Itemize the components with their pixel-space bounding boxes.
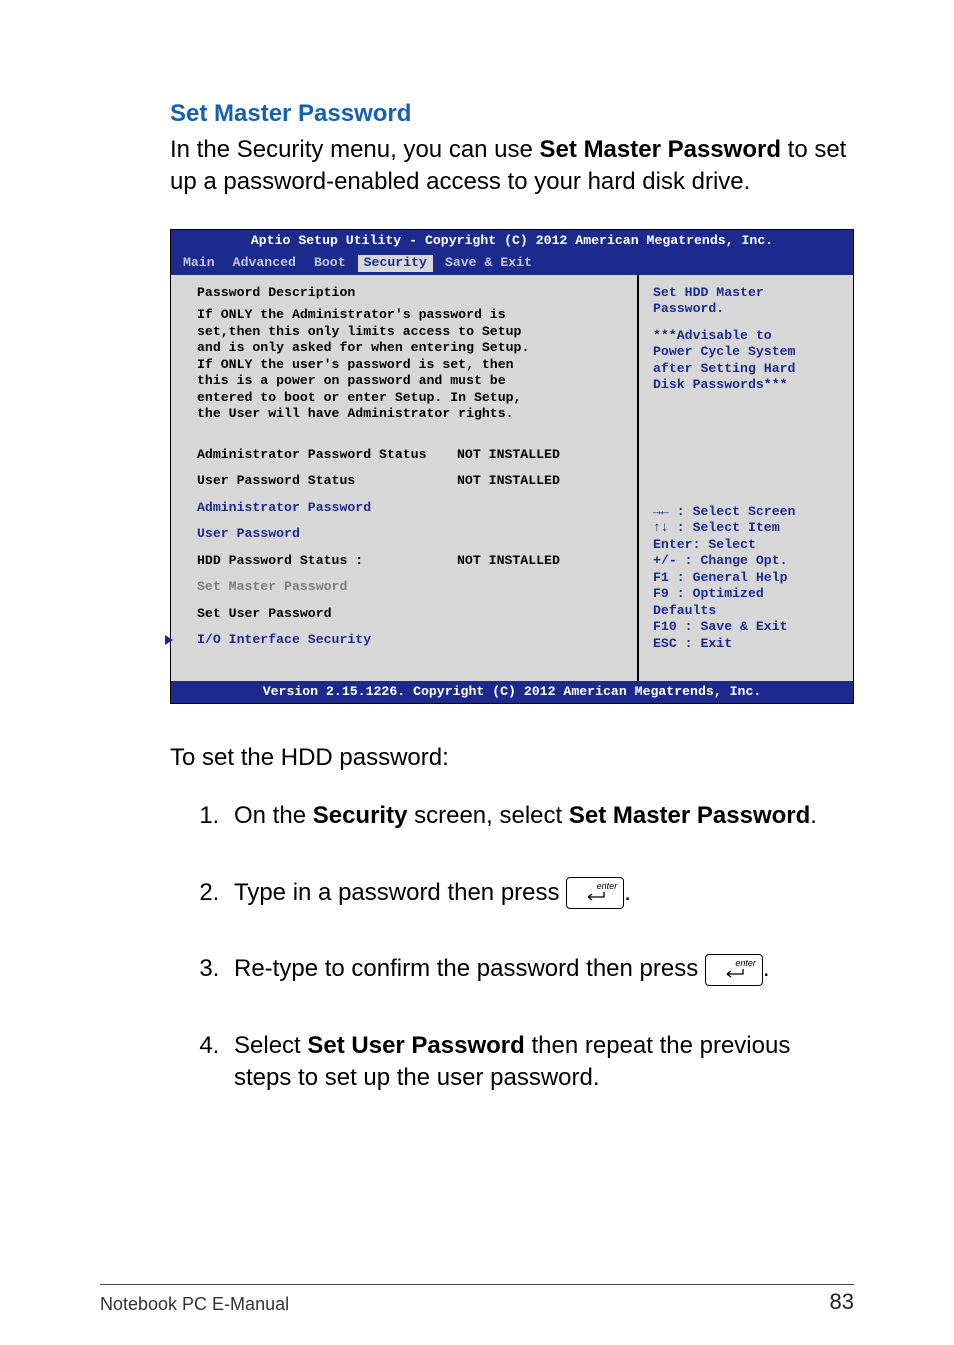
enter-key-label: enter: [735, 957, 756, 969]
step2-pre: Type in a password then press: [234, 879, 566, 906]
after-bios-text: To set the HDD password:: [170, 744, 854, 772]
bios-right-pane: Set HDD Master Password. ***Advisable to…: [637, 275, 853, 681]
step-1: On the Security screen, select Set Maste…: [226, 800, 854, 832]
pw-desc-line: entered to boot or enter Setup. In Setup…: [197, 390, 619, 407]
io-interface-security-item[interactable]: I/O Interface Security: [197, 632, 619, 649]
submenu-arrow-icon: [163, 634, 175, 646]
pw-desc-line: the User will have Administrator rights.: [197, 406, 619, 423]
footer-rule: [100, 1284, 854, 1285]
step3-post: .: [763, 955, 770, 982]
enter-key-icon: enter: [566, 877, 624, 909]
user-pw-status-label: User Password Status: [197, 473, 457, 490]
pw-desc-line: and is only asked for when entering Setu…: [197, 340, 619, 357]
pw-desc-line: If ONLY the Administrator's password is: [197, 307, 619, 324]
step1-pre: On the: [234, 802, 313, 829]
step4-bold1: Set User Password: [307, 1032, 524, 1059]
pw-desc-line: this is a power on password and must be: [197, 373, 619, 390]
step2-post: .: [624, 879, 631, 906]
step1-bold2: Set Master Password: [569, 802, 810, 829]
set-user-password-item[interactable]: Set User Password: [197, 606, 619, 623]
enter-key-icon: enter: [705, 954, 763, 986]
nav-help-line: +/- : Change Opt.: [653, 553, 843, 570]
nav-help-line: Defaults: [653, 603, 843, 620]
steps-list: On the Security screen, select Set Maste…: [170, 800, 854, 1094]
tab-advanced[interactable]: Advanced: [233, 255, 296, 272]
section-heading: Set Master Password: [170, 100, 854, 128]
user-pw-status-row: User Password Status NOT INSTALLED: [197, 473, 619, 490]
tab-boot[interactable]: Boot: [314, 255, 346, 272]
help-line: after Setting Hard: [653, 361, 843, 378]
admin-pw-status-row: Administrator Password Status NOT INSTAL…: [197, 447, 619, 464]
step3-pre: Re-type to confirm the password then pre…: [234, 955, 705, 982]
intro-bold: Set Master Password: [540, 136, 781, 163]
intro-pre: In the Security menu, you can use: [170, 136, 540, 163]
admin-pw-status-value: NOT INSTALLED: [457, 447, 560, 464]
step1-mid: screen, select: [407, 802, 568, 829]
pw-desc-line: set,then this only limits access to Setu…: [197, 324, 619, 341]
nav-help-line: F10 : Save & Exit: [653, 619, 843, 636]
nav-help-line: F1 : General Help: [653, 570, 843, 587]
hdd-pw-status-label: HDD Password Status :: [197, 553, 457, 570]
step4-pre: Select: [234, 1032, 307, 1059]
help-line: ***Advisable to: [653, 328, 843, 345]
step1-post: .: [810, 802, 817, 829]
step1-bold1: Security: [313, 802, 408, 829]
bios-tab-bar: Main Advanced Boot Security Save & Exit: [171, 252, 853, 275]
tab-security[interactable]: Security: [358, 255, 433, 272]
bios-title: Aptio Setup Utility - Copyright (C) 2012…: [171, 230, 853, 253]
nav-help-line: ESC : Exit: [653, 636, 843, 653]
bios-footer: Version 2.15.1226. Copyright (C) 2012 Am…: [171, 681, 853, 704]
step-2: Type in a password then press enter .: [226, 877, 854, 910]
io-interface-security-label: I/O Interface Security: [197, 632, 371, 647]
help-line: Power Cycle System: [653, 344, 843, 361]
step-4: Select Set User Password then repeat the…: [226, 1030, 854, 1095]
page-number: 83: [830, 1289, 854, 1315]
nav-help-line: →← : Select Screen: [653, 504, 843, 521]
user-password-item[interactable]: User Password: [197, 526, 619, 543]
set-master-password-item[interactable]: Set Master Password: [197, 579, 619, 596]
hdd-pw-status-value: NOT INSTALLED: [457, 553, 560, 570]
pw-desc-header: Password Description: [197, 285, 619, 302]
bios-left-pane: Password Description If ONLY the Adminis…: [171, 275, 637, 681]
nav-help-line: ↑↓ : Select Item: [653, 520, 843, 537]
enter-key-label: enter: [597, 880, 618, 892]
user-pw-status-value: NOT INSTALLED: [457, 473, 560, 490]
nav-help-line: Enter: Select: [653, 537, 843, 554]
tab-main[interactable]: Main: [183, 255, 215, 272]
tab-save-exit[interactable]: Save & Exit: [445, 255, 532, 272]
step-3: Re-type to confirm the password then pre…: [226, 953, 854, 986]
pw-desc-line: If ONLY the user's password is set, then: [197, 357, 619, 374]
intro-paragraph: In the Security menu, you can use Set Ma…: [170, 134, 854, 199]
bios-panel: Aptio Setup Utility - Copyright (C) 2012…: [170, 229, 854, 705]
footer-left-text: Notebook PC E-Manual: [100, 1294, 289, 1315]
help-line: Disk Passwords***: [653, 377, 843, 394]
help-line: Set HDD Master: [653, 285, 843, 302]
help-line: Password.: [653, 301, 843, 318]
nav-help-line: F9 : Optimized: [653, 586, 843, 603]
admin-password-item[interactable]: Administrator Password: [197, 500, 619, 517]
hdd-pw-status-row: HDD Password Status : NOT INSTALLED: [197, 553, 619, 570]
admin-pw-status-label: Administrator Password Status: [197, 447, 457, 464]
